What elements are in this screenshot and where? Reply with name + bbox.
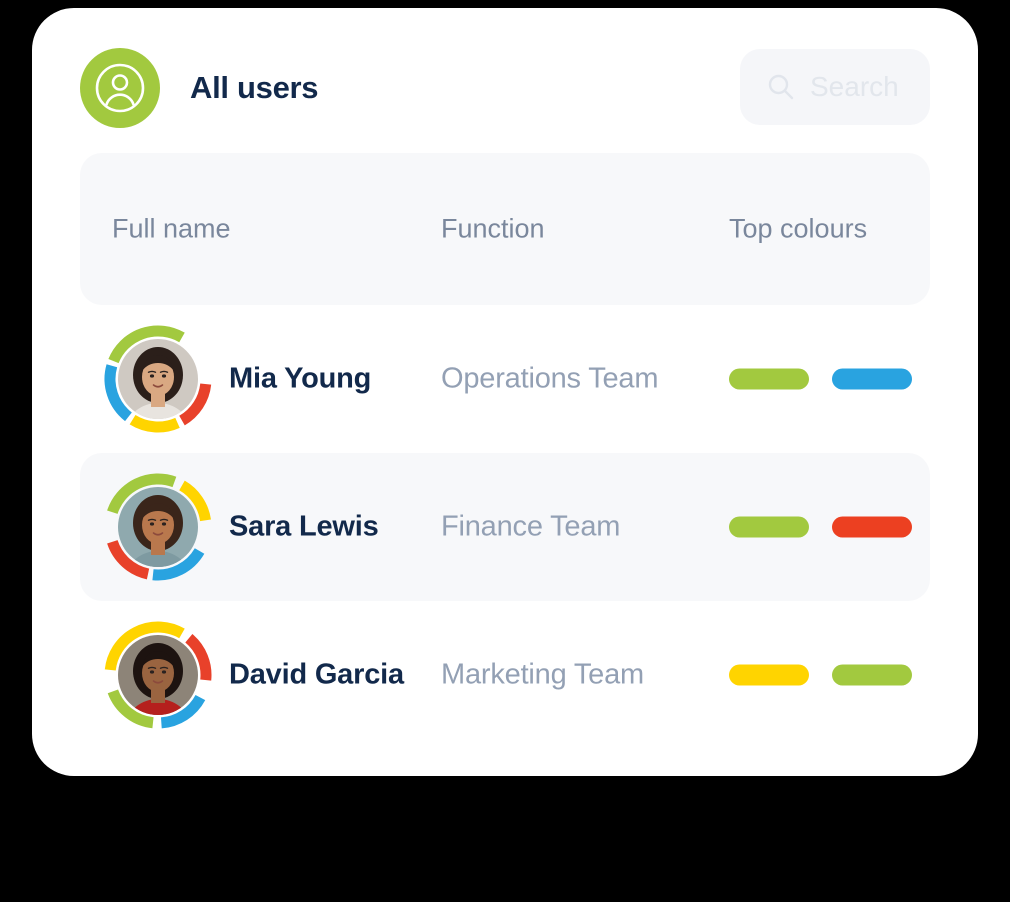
screen-root: All users Full name Function Top colours… [0,0,1010,902]
users-table: Full name Function Top colours Mia Young… [80,153,930,749]
table-row[interactable]: Sara Lewis Finance Team [80,453,930,601]
avatar-image [118,339,198,419]
table-row[interactable]: Mia Young Operations Team [80,305,930,453]
table-header-row: Full name Function Top colours [80,153,930,305]
colour-pill [729,516,809,538]
avatar-with-ring [104,325,212,433]
search-icon [768,74,794,100]
cell-top-colours [729,516,912,538]
avatar-image [118,487,198,567]
column-header-function: Function [441,213,545,244]
avatar-image [118,635,198,715]
search-box[interactable] [740,49,930,125]
colour-pill [832,368,912,390]
avatar-with-ring [104,473,212,581]
header-left-group: All users [80,40,319,136]
avatar-with-ring [104,621,212,729]
cell-full-name: Sara Lewis [229,510,379,543]
cell-top-colours [729,368,912,390]
cell-function: Marketing Team [441,658,644,691]
avatar-portrait [118,635,198,715]
cell-top-colours [729,664,912,686]
colour-pill [729,664,809,686]
colour-pill [832,664,912,686]
cell-full-name: Mia Young [229,362,372,395]
cell-function: Operations Team [441,362,659,395]
avatar-portrait [118,339,198,419]
avatar-mia-young[interactable] [104,325,212,433]
table-row[interactable]: David Garcia Marketing Team [80,601,930,749]
cell-full-name: David Garcia [229,658,404,691]
column-header-full-name: Full name [112,213,231,244]
avatar-portrait [118,487,198,567]
colour-pill [729,368,809,390]
users-card: All users Full name Function Top colours… [32,8,978,776]
card-header: All users [80,40,930,136]
avatar-sara-lewis[interactable] [104,473,212,581]
cell-function: Finance Team [441,510,621,543]
avatar-david-garcia[interactable] [104,621,212,729]
table-body: Mia Young Operations Team Sara Lewis Financ… [80,305,930,749]
colour-pill [832,516,912,538]
column-header-top-colours: Top colours [729,213,868,244]
search-input[interactable] [810,71,930,103]
ring-segment [129,414,180,433]
page-title: All users [190,70,319,105]
user-circle-icon [80,48,160,128]
